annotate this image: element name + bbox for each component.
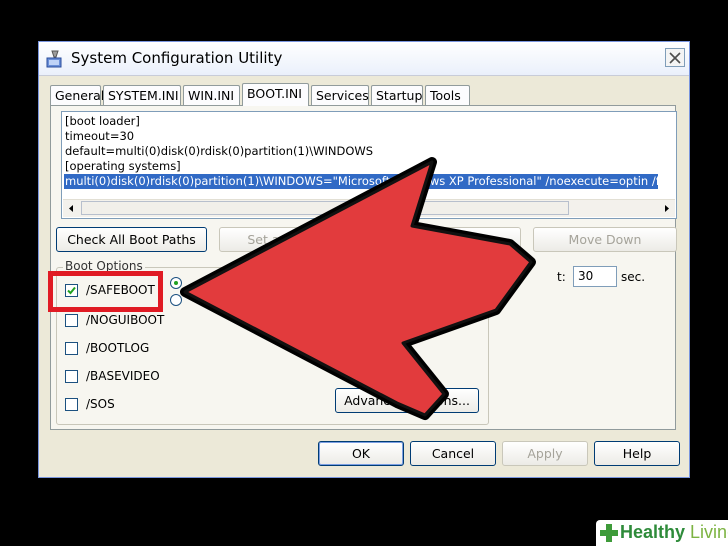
tab-boot-ini[interactable]: BOOT.INI (242, 83, 309, 106)
watermark-text: Healthy Living (620, 522, 728, 543)
watermark-brand-light: Living (690, 522, 728, 542)
red-arrow-pointer-icon (180, 157, 536, 420)
cross-logo-icon (600, 524, 618, 542)
healthy-living-watermark: Healthy Living (596, 520, 728, 546)
watermark-brand-bold: Healthy (620, 522, 686, 542)
